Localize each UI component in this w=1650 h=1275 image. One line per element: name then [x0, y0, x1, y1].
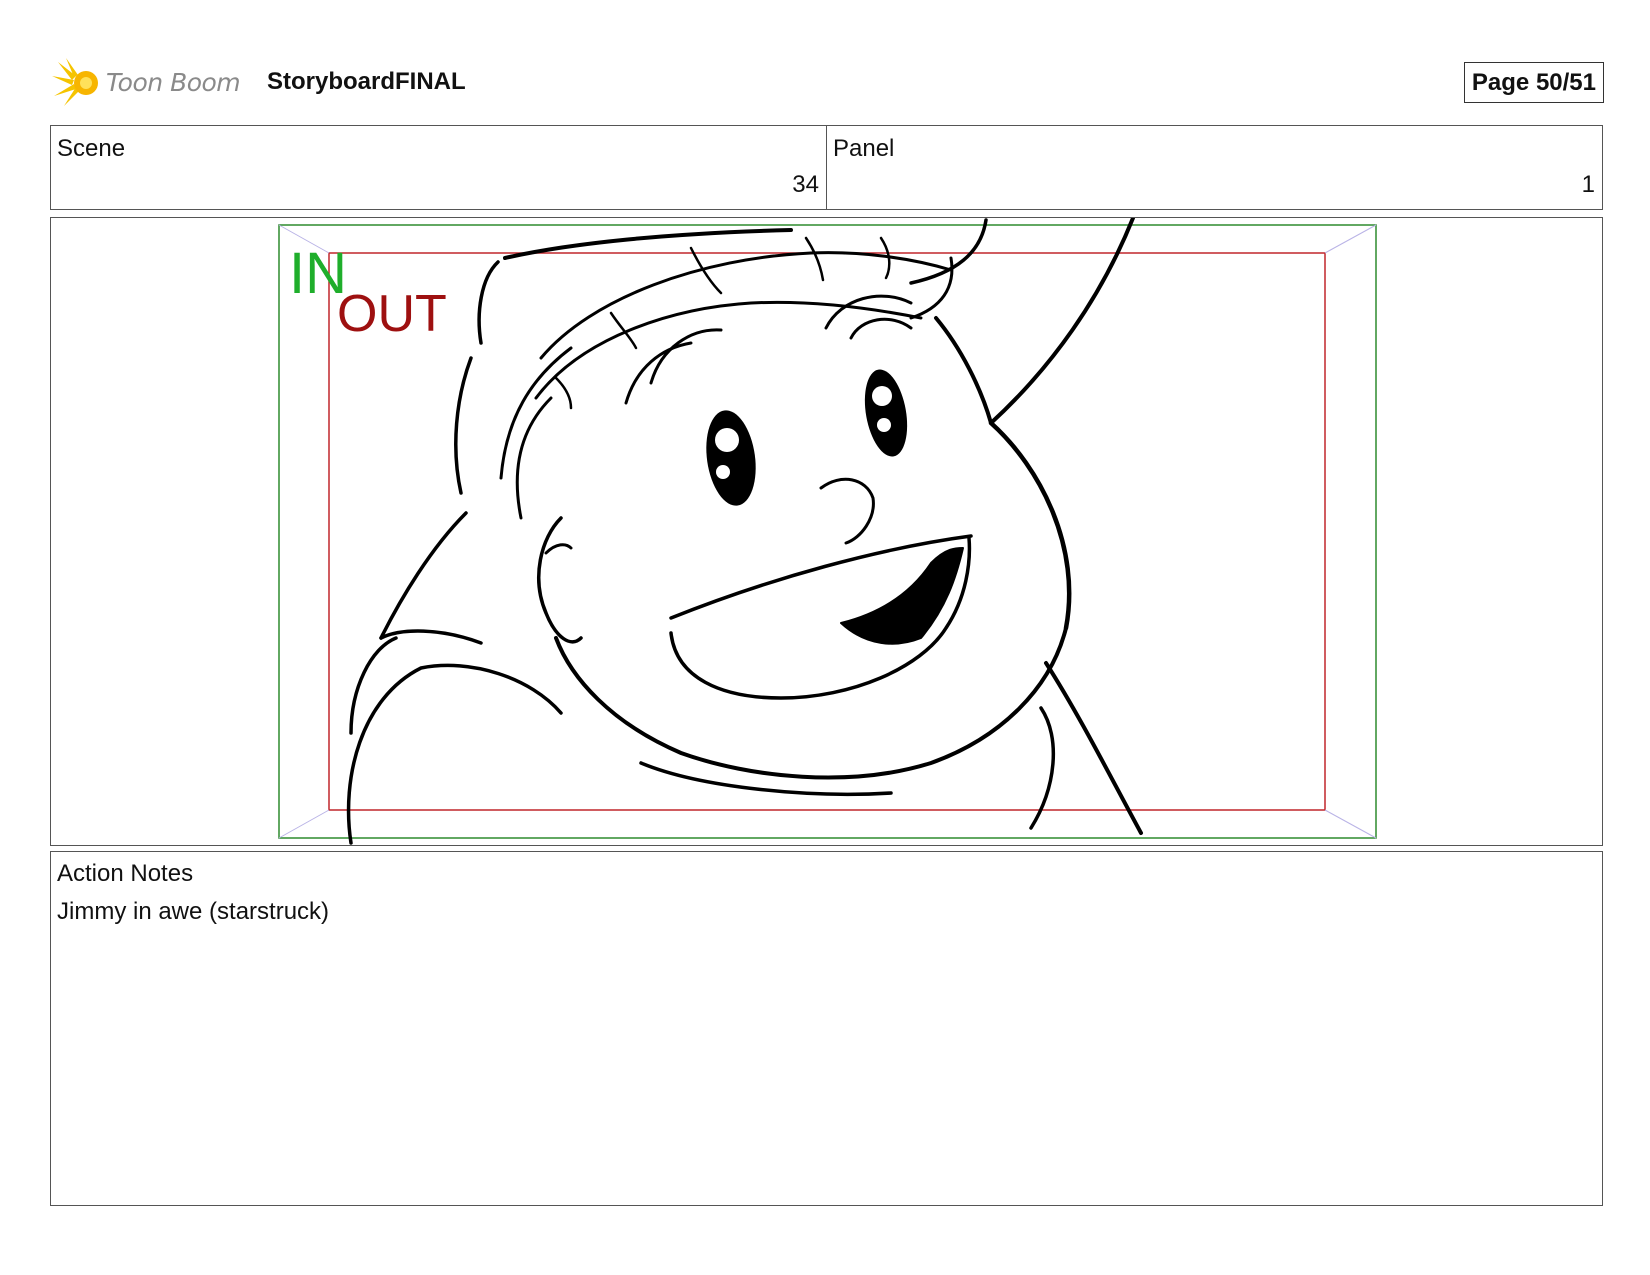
scene-label: Scene [57, 135, 126, 162]
action-notes: Action Notes Jimmy in awe (starstruck) [50, 851, 1603, 1206]
header: Toon Boom StoryboardFINAL Page 50/51 [52, 56, 1604, 108]
panel-number: 1 [1581, 171, 1595, 198]
toon-boom-logo: Toon Boom [52, 56, 241, 108]
action-notes-text: Jimmy in awe (starstruck) [57, 898, 330, 925]
scene-panel-info: Scene 34 Panel 1 [50, 125, 1603, 210]
page-indicator: Page 50/51 [1463, 62, 1604, 103]
out-label: OUT [337, 285, 447, 343]
storyboard-panel: IN OUT [50, 217, 1603, 846]
panel-cell: Panel 1 [826, 126, 1602, 209]
logo-text: Toon Boom [106, 67, 241, 97]
character-sketch [346, 218, 1143, 845]
scene-number: 34 [792, 171, 819, 198]
action-notes-label: Action Notes [57, 860, 194, 887]
panel-drawing: IN OUT [278, 218, 1377, 845]
scene-cell: Scene 34 [51, 126, 826, 209]
starburst-icon [52, 58, 98, 106]
document-title: StoryboardFINAL [267, 68, 466, 95]
panel-label: Panel [833, 135, 895, 162]
